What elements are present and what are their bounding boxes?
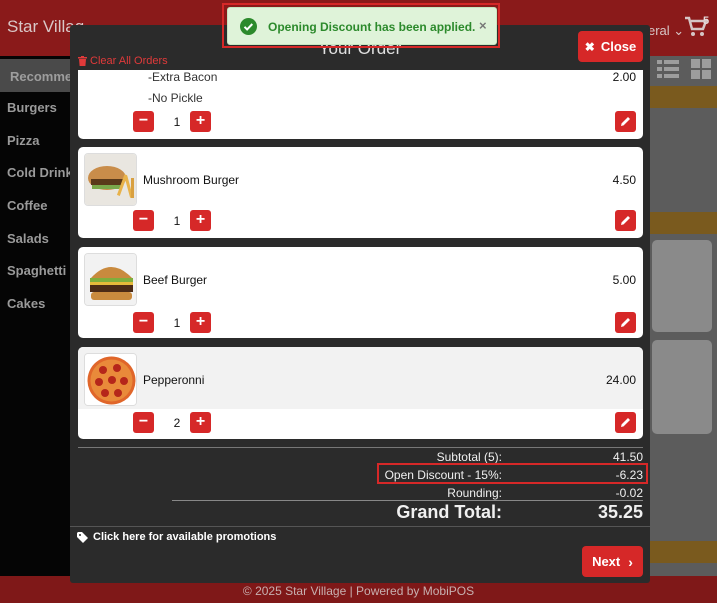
category-dropdown-label: eral: [648, 23, 670, 38]
toast-notification: Opening Discount has been applied. ×: [227, 7, 497, 45]
modifier-line: -Extra Bacon: [148, 70, 218, 84]
increase-qty-button[interactable]: +: [190, 210, 211, 231]
product-tile[interactable]: [652, 240, 712, 332]
grand-total-divider: [172, 500, 643, 501]
increase-qty-button[interactable]: +: [190, 111, 211, 132]
decrease-qty-button[interactable]: −: [133, 312, 154, 333]
sidebar-item-pizza[interactable]: Pizza: [7, 133, 40, 148]
close-icon: ✖: [584, 39, 595, 54]
product-section-bar: [650, 541, 717, 563]
close-label: Close: [600, 39, 637, 54]
footer-text: © 2025 Star Village | Powered by MobiPOS: [242, 584, 475, 598]
discount-label: Open Discount - 15%:: [384, 468, 502, 482]
edit-item-button[interactable]: [615, 210, 636, 231]
cart-count-badge: 5: [703, 15, 710, 27]
decrease-qty-button[interactable]: −: [133, 412, 154, 433]
promotions-link[interactable]: Click here for available promotions: [77, 531, 276, 543]
clear-all-orders-button[interactable]: Clear All Orders: [78, 55, 168, 67]
item-price: 5.00: [612, 273, 636, 287]
subtotal-label: Subtotal (5):: [436, 450, 502, 464]
product-section-bar: [650, 212, 717, 234]
qty-value: 1: [173, 115, 181, 129]
edit-item-button[interactable]: [615, 111, 636, 132]
grid-view-icon[interactable]: [691, 59, 711, 84]
order-item: Beef Burger 5.00 − 1 +: [78, 247, 643, 338]
decrease-qty-button[interactable]: −: [133, 111, 154, 132]
order-list[interactable]: -Extra Bacon 2.00 -No Pickle − 1 + Mushr…: [78, 70, 643, 445]
sidebar-item-recommended[interactable]: Recommer: [0, 59, 70, 92]
item-name: Mushroom Burger: [143, 173, 240, 187]
trash-icon: [78, 56, 87, 66]
chevron-right-icon: ›: [628, 553, 633, 570]
item-name: Beef Burger: [143, 273, 208, 287]
next-label: Next: [592, 554, 621, 569]
promotions-label: Click here for available promotions: [93, 531, 277, 543]
rounding-value: -0.02: [615, 486, 643, 500]
check-circle-icon: [240, 18, 257, 35]
close-button[interactable]: ✖ Close: [578, 31, 643, 62]
item-price: 24.00: [605, 373, 636, 387]
modifier-line: -No Pickle: [148, 91, 203, 105]
grand-total-label: Grand Total:: [396, 502, 502, 522]
sidebar-item-cakes[interactable]: Cakes: [7, 296, 45, 311]
sidebar-item-coffee[interactable]: Coffee: [7, 198, 47, 213]
promo-divider: [70, 526, 650, 527]
totals-divider: [78, 447, 643, 448]
product-tile[interactable]: [652, 340, 712, 434]
pencil-icon: [621, 418, 630, 427]
modifier-price: 2.00: [612, 70, 636, 84]
list-view-icon[interactable]: [657, 59, 679, 84]
qty-value: 1: [173, 214, 181, 228]
pencil-icon: [621, 318, 630, 327]
next-button[interactable]: Next ›: [582, 546, 643, 577]
order-item: Mushroom Burger 4.50 − 1 +: [78, 147, 643, 238]
decrease-qty-button[interactable]: −: [133, 210, 154, 231]
qty-value: 1: [173, 316, 181, 330]
qty-value: 2: [173, 416, 181, 430]
grand-total-value: 35.25: [597, 502, 643, 522]
toast-close-button[interactable]: ×: [479, 18, 487, 33]
pencil-icon: [621, 216, 630, 225]
order-item: Pepperonni 24.00 − 2 +: [78, 347, 643, 439]
increase-qty-button[interactable]: +: [190, 412, 211, 433]
item-name: Pepperonni: [143, 373, 205, 387]
discount-value: -6.23: [615, 468, 643, 482]
subtotal-value: 41.50: [612, 450, 643, 464]
sidebar-item-burgers[interactable]: Burgers: [7, 100, 57, 115]
order-modal: Your Order Clear All Orders ✖ Close -Ext…: [70, 25, 650, 583]
increase-qty-button[interactable]: +: [190, 312, 211, 333]
product-image: [84, 253, 137, 306]
edit-item-button[interactable]: [615, 412, 636, 433]
category-dropdown[interactable]: eral ⌄: [648, 23, 684, 39]
product-image: [84, 153, 137, 206]
toast-message: Opening Discount has been applied.: [268, 20, 476, 34]
pencil-icon: [621, 117, 630, 126]
tag-icon: [77, 531, 88, 543]
order-item: -Extra Bacon 2.00 -No Pickle − 1 +: [78, 70, 643, 139]
rounding-label: Rounding:: [447, 486, 502, 500]
sidebar-item-salads[interactable]: Salads: [7, 231, 49, 246]
item-price: 4.50: [612, 173, 636, 187]
clear-all-label: Clear All Orders: [90, 55, 168, 67]
product-section-bar: [650, 86, 717, 108]
edit-item-button[interactable]: [615, 312, 636, 333]
sidebar-item-spaghetti[interactable]: Spaghetti: [7, 263, 66, 278]
product-image: [84, 353, 137, 406]
